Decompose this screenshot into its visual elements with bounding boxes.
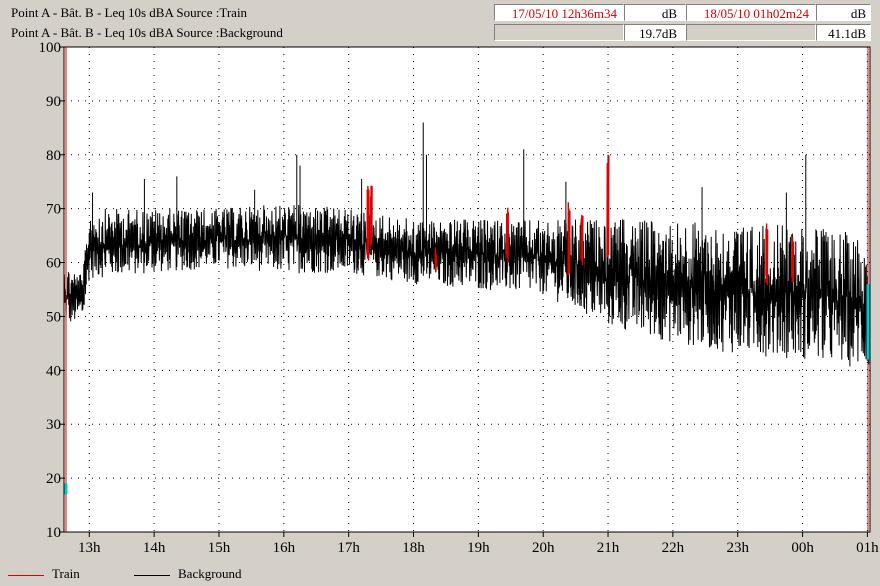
cursor-start-value-background: 19.7dB — [624, 24, 686, 41]
x-tick-label: 01h — [856, 540, 879, 556]
y-tick-label: 50 — [46, 309, 61, 325]
x-tick-label: 17h — [337, 540, 360, 556]
x-tick-label: 13h — [78, 540, 101, 556]
legend-swatch-train — [8, 574, 44, 576]
series-label-train: Point A - Bât. B - Leq 10s dBA Source :T… — [6, 4, 494, 21]
cursor-end-value-background: 41.1dB — [816, 24, 871, 41]
cursor-start-time-background — [494, 24, 624, 41]
y-tick-label: 60 — [46, 256, 61, 272]
legend-item-background: Background — [134, 565, 242, 582]
legend-label-train: Train — [52, 566, 80, 581]
cursor-end-time-train: 18/05/10 01h02m24 — [686, 4, 816, 21]
x-tick-label: 19h — [467, 540, 490, 556]
y-tick-label: 80 — [46, 148, 61, 164]
x-tick-label: 00h — [791, 540, 814, 556]
series-label-background: Point A - Bât. B - Leq 10s dBA Source :B… — [6, 24, 494, 41]
x-tick-label: 22h — [662, 540, 685, 556]
y-tick-label: 30 — [46, 417, 61, 433]
x-axis: 13h 14h 15h 16h 17h 18h 19h 20h 21h 22h 23h 00h 01h — [78, 532, 879, 556]
train-event — [369, 185, 373, 247]
y-tick-label: 10 — [46, 525, 61, 541]
train-event — [765, 223, 769, 286]
y-tick-label: 70 — [46, 202, 61, 218]
y-tick-label: 20 — [46, 471, 61, 487]
y-tick-label: 90 — [46, 94, 61, 110]
cursor-end-time-background — [686, 24, 816, 41]
header-row-train: Point A - Bât. B - Leq 10s dBA Source :T… — [3, 3, 875, 22]
train-event — [505, 207, 509, 263]
y-tick-label: 100 — [39, 42, 62, 56]
train-event — [366, 185, 370, 261]
noise-level-chart[interactable]: 10 20 30 40 50 60 70 80 90 100 13h 14h 15h 16h 17h 18h… — [0, 42, 880, 566]
x-tick-label: 16h — [273, 540, 296, 556]
train-event — [791, 237, 795, 283]
x-tick-label: 18h — [402, 540, 425, 556]
y-axis: 10 20 30 40 50 60 70 80 90 100 — [39, 42, 64, 541]
legend-swatch-background — [134, 574, 170, 576]
train-event — [580, 214, 584, 266]
legend-label-background: Background — [178, 566, 242, 581]
y-tick-label: 40 — [46, 363, 61, 379]
x-tick-label: 15h — [208, 540, 231, 556]
train-event — [567, 202, 571, 276]
train-event — [606, 155, 610, 258]
cursor-start-time-train: 17/05/10 12h36m34 — [494, 4, 624, 21]
x-tick-label: 23h — [726, 540, 749, 556]
cursor-start-value-train: dB — [624, 4, 686, 21]
x-tick-label: 21h — [597, 540, 620, 556]
x-tick-label: 20h — [532, 540, 555, 556]
header-row-background: Point A - Bât. B - Leq 10s dBA Source :B… — [3, 23, 875, 42]
legend-item-train: Train — [8, 565, 80, 582]
cursor-end-value-train: dB — [816, 4, 871, 21]
x-tick-label: 14h — [143, 540, 166, 556]
